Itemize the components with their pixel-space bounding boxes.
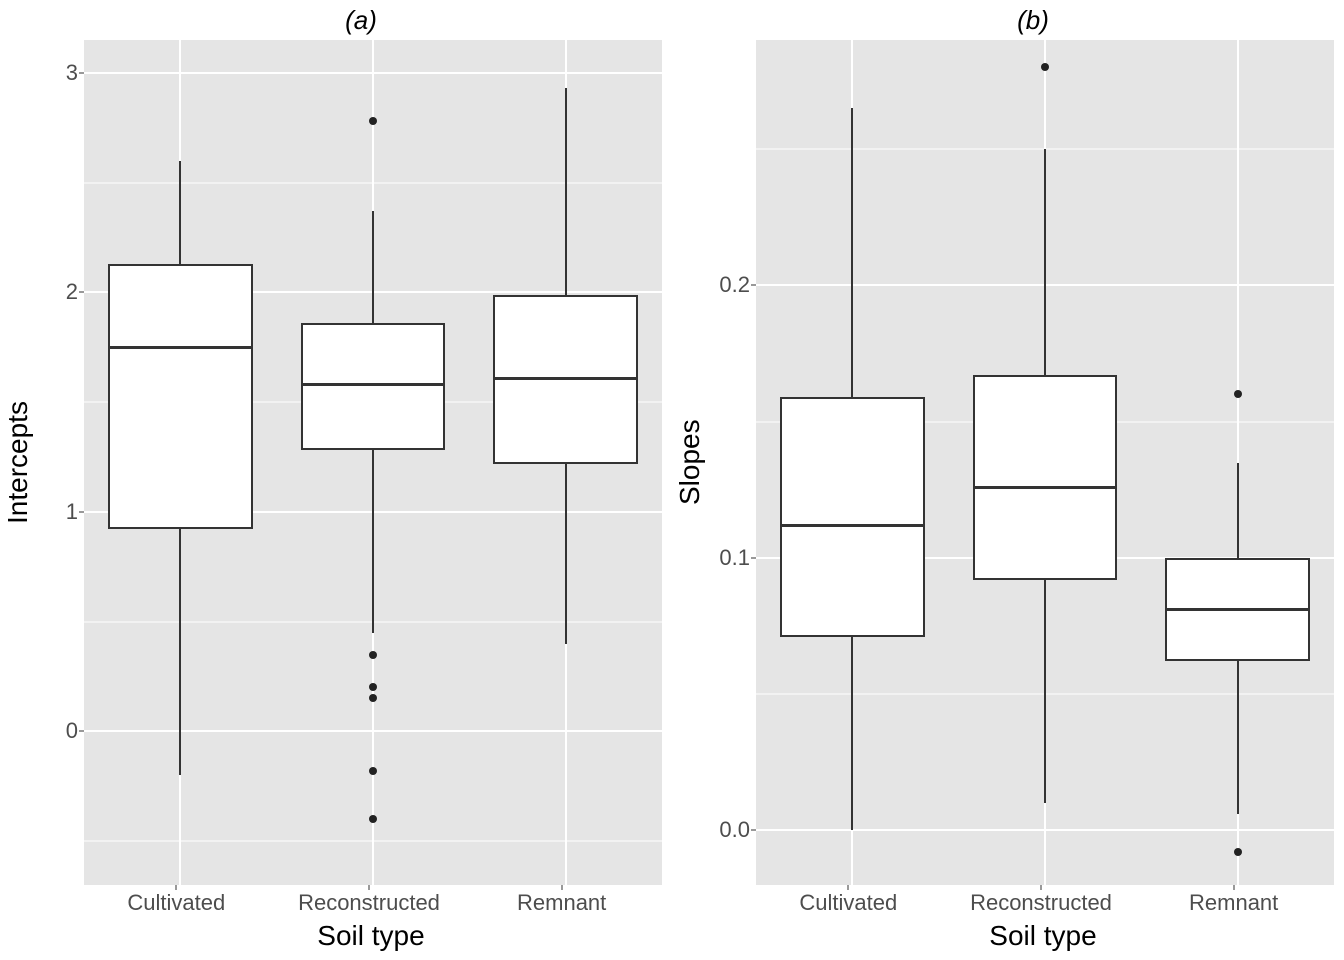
panel-b-plot-area [756, 40, 1334, 885]
figure-container: (a) Intercepts 0 1 2 3 Cultivated Reconstruc… [0, 0, 1344, 960]
whisker-upper [1237, 463, 1239, 558]
median-line [108, 346, 253, 349]
whisker-lower [1044, 580, 1046, 804]
x-tick-label: Reconstructed [298, 890, 440, 916]
panel-a-xlabel: Soil type [80, 920, 662, 960]
outlier-point [1234, 848, 1242, 856]
median-line [1165, 608, 1310, 611]
outlier-point [369, 767, 377, 775]
whisker-upper [565, 88, 567, 294]
panel-b-xlabel: Soil type [752, 920, 1334, 960]
box [108, 264, 253, 530]
whisker-upper [372, 211, 374, 323]
outlier-point [1234, 390, 1242, 398]
box [301, 323, 446, 450]
y-tick-label: 0.2 [719, 272, 750, 298]
outlier-point [369, 117, 377, 125]
x-tick-label: Reconstructed [970, 890, 1112, 916]
panel-b-xticks: Cultivated Reconstructed Remnant [752, 885, 1334, 920]
panel-b-ylabel: Slopes [672, 40, 711, 885]
panel-a-title: (a) [0, 0, 672, 40]
panel-a-xticks: Cultivated Reconstructed Remnant [80, 885, 662, 920]
y-tick-label: 0.0 [719, 817, 750, 843]
median-line [301, 383, 446, 386]
whisker-lower [179, 529, 181, 775]
outlier-point [369, 651, 377, 659]
whisker-upper [1044, 149, 1046, 375]
panel-b-title: (b) [672, 0, 1344, 40]
panel-a-ylabel: Intercepts [0, 40, 39, 885]
outlier-point [369, 694, 377, 702]
y-tick-label: 1 [66, 499, 78, 525]
whisker-lower [565, 464, 567, 644]
median-line [780, 524, 925, 527]
panel-a-yticks: 0 1 2 3 [39, 40, 84, 885]
median-line [973, 486, 1118, 489]
panel-a-plot-area [84, 40, 662, 885]
x-tick-label: Cultivated [127, 890, 225, 916]
whisker-lower [851, 637, 853, 831]
outlier-point [369, 815, 377, 823]
whisker-upper [851, 108, 853, 397]
y-tick-label: 2 [66, 279, 78, 305]
box [780, 397, 925, 637]
y-tick-label: 0 [66, 718, 78, 744]
y-tick-label: 3 [66, 60, 78, 86]
median-line [493, 377, 638, 380]
panel-b: (b) Slopes 0.0 0.1 0.2 Cultivated Reconstru… [672, 0, 1344, 960]
x-tick-label: Remnant [1189, 890, 1278, 916]
x-tick-label: Remnant [517, 890, 606, 916]
whisker-upper [179, 161, 181, 264]
x-tick-label: Cultivated [799, 890, 897, 916]
whisker-lower [372, 450, 374, 632]
panel-b-yticks: 0.0 0.1 0.2 [711, 40, 756, 885]
panel-a: (a) Intercepts 0 1 2 3 Cultivated Reconstruc… [0, 0, 672, 960]
box [973, 375, 1118, 579]
whisker-lower [1237, 661, 1239, 814]
y-tick-label: 0.1 [719, 545, 750, 571]
outlier-point [1041, 63, 1049, 71]
outlier-point [369, 683, 377, 691]
